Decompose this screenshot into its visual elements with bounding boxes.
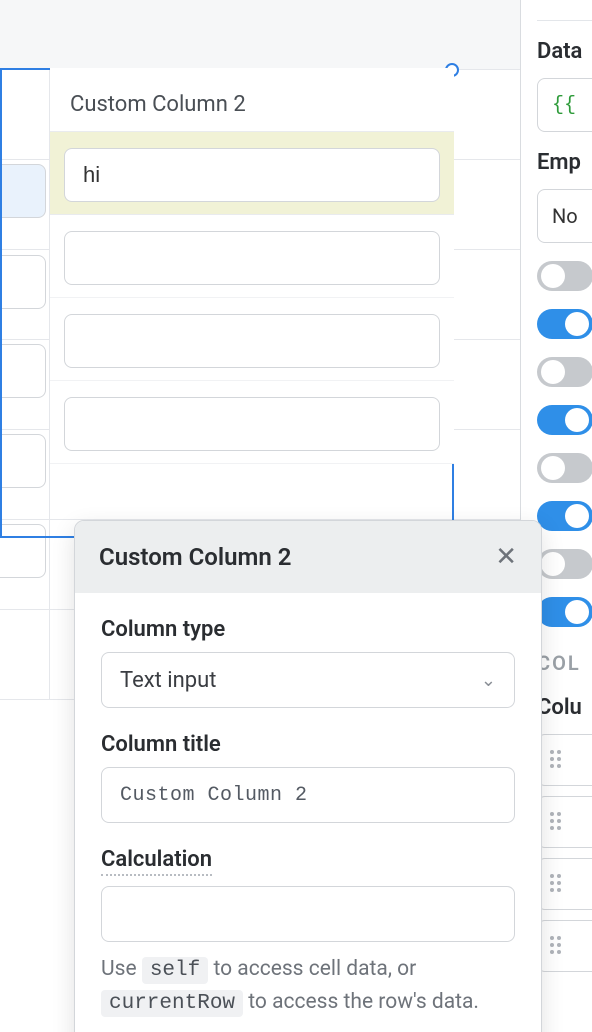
drag-handle-icon[interactable] [550,936,570,956]
empty-value: No [552,204,578,228]
calculation-label: Calculation [101,847,212,876]
drag-handle-icon[interactable] [550,750,570,770]
cell-input[interactable] [64,314,440,368]
empty-label: Emp [537,150,592,175]
help-code-self: self [142,957,208,984]
cell-row-4 [50,381,454,464]
column-list-item[interactable] [537,858,592,910]
data-label: Data [537,39,592,64]
adjacent-cell-input[interactable] [0,344,46,398]
adjacent-cell-input[interactable] [0,164,46,218]
empty-select[interactable]: No [537,189,592,243]
adjacent-cell-input[interactable] [0,434,46,488]
column-settings-popover: Custom Column 2 ✕ Column type Text input… [74,520,542,1032]
adjacent-cell-input[interactable] [0,255,46,309]
toggle-2[interactable] [537,309,592,339]
column-list-item[interactable] [537,796,592,848]
expression-braces: {{ [552,94,576,117]
adjacent-cell-input[interactable] [0,524,46,578]
columns-sublabel: Colu [537,695,592,720]
column-title-input[interactable]: Custom Column 2 [101,767,515,823]
column-list-item[interactable] [537,920,592,972]
toggle-4[interactable] [537,405,592,435]
cell-row-2 [50,215,454,298]
columns-section-label: COL [537,651,592,675]
cell-input[interactable] [64,148,440,202]
calculation-help-text: Use self to access cell data, or current… [101,954,515,1019]
calculation-input[interactable] [101,886,515,942]
toggle-3[interactable] [537,357,592,387]
cell-row-3 [50,298,454,381]
chevron-down-icon: ⌄ [481,670,496,691]
popover-header: Custom Column 2 ✕ [75,521,541,593]
drag-handle-icon[interactable] [550,874,570,894]
column-type-select[interactable]: Text input ⌄ [101,652,515,708]
toggle-7[interactable] [537,549,592,579]
selected-column: Custom Column 2 [50,68,454,464]
data-expression-input[interactable]: {{ [537,78,592,132]
toggle-1[interactable] [537,261,592,291]
close-icon[interactable]: ✕ [495,544,517,570]
toggle-5[interactable] [537,453,592,483]
cell-row-1 [50,132,454,215]
toggles-list [537,261,592,627]
help-code-currentrow: currentRow [101,990,243,1017]
column-list-item[interactable] [537,734,592,786]
cell-input[interactable] [64,397,440,451]
column-title-label: Column title [101,732,515,757]
cell-input[interactable] [64,231,440,285]
column-type-label: Column type [101,617,515,642]
drag-handle-icon[interactable] [550,812,570,832]
toggle-8[interactable] [537,597,592,627]
column-type-value: Text input [120,668,216,693]
column-title-value: Custom Column 2 [120,784,308,807]
column-header-label: Custom Column 2 [70,92,246,117]
divider [537,20,592,21]
column-header[interactable]: Custom Column 2 [50,68,454,132]
popover-title: Custom Column 2 [99,543,291,571]
toggle-6[interactable] [537,501,592,531]
